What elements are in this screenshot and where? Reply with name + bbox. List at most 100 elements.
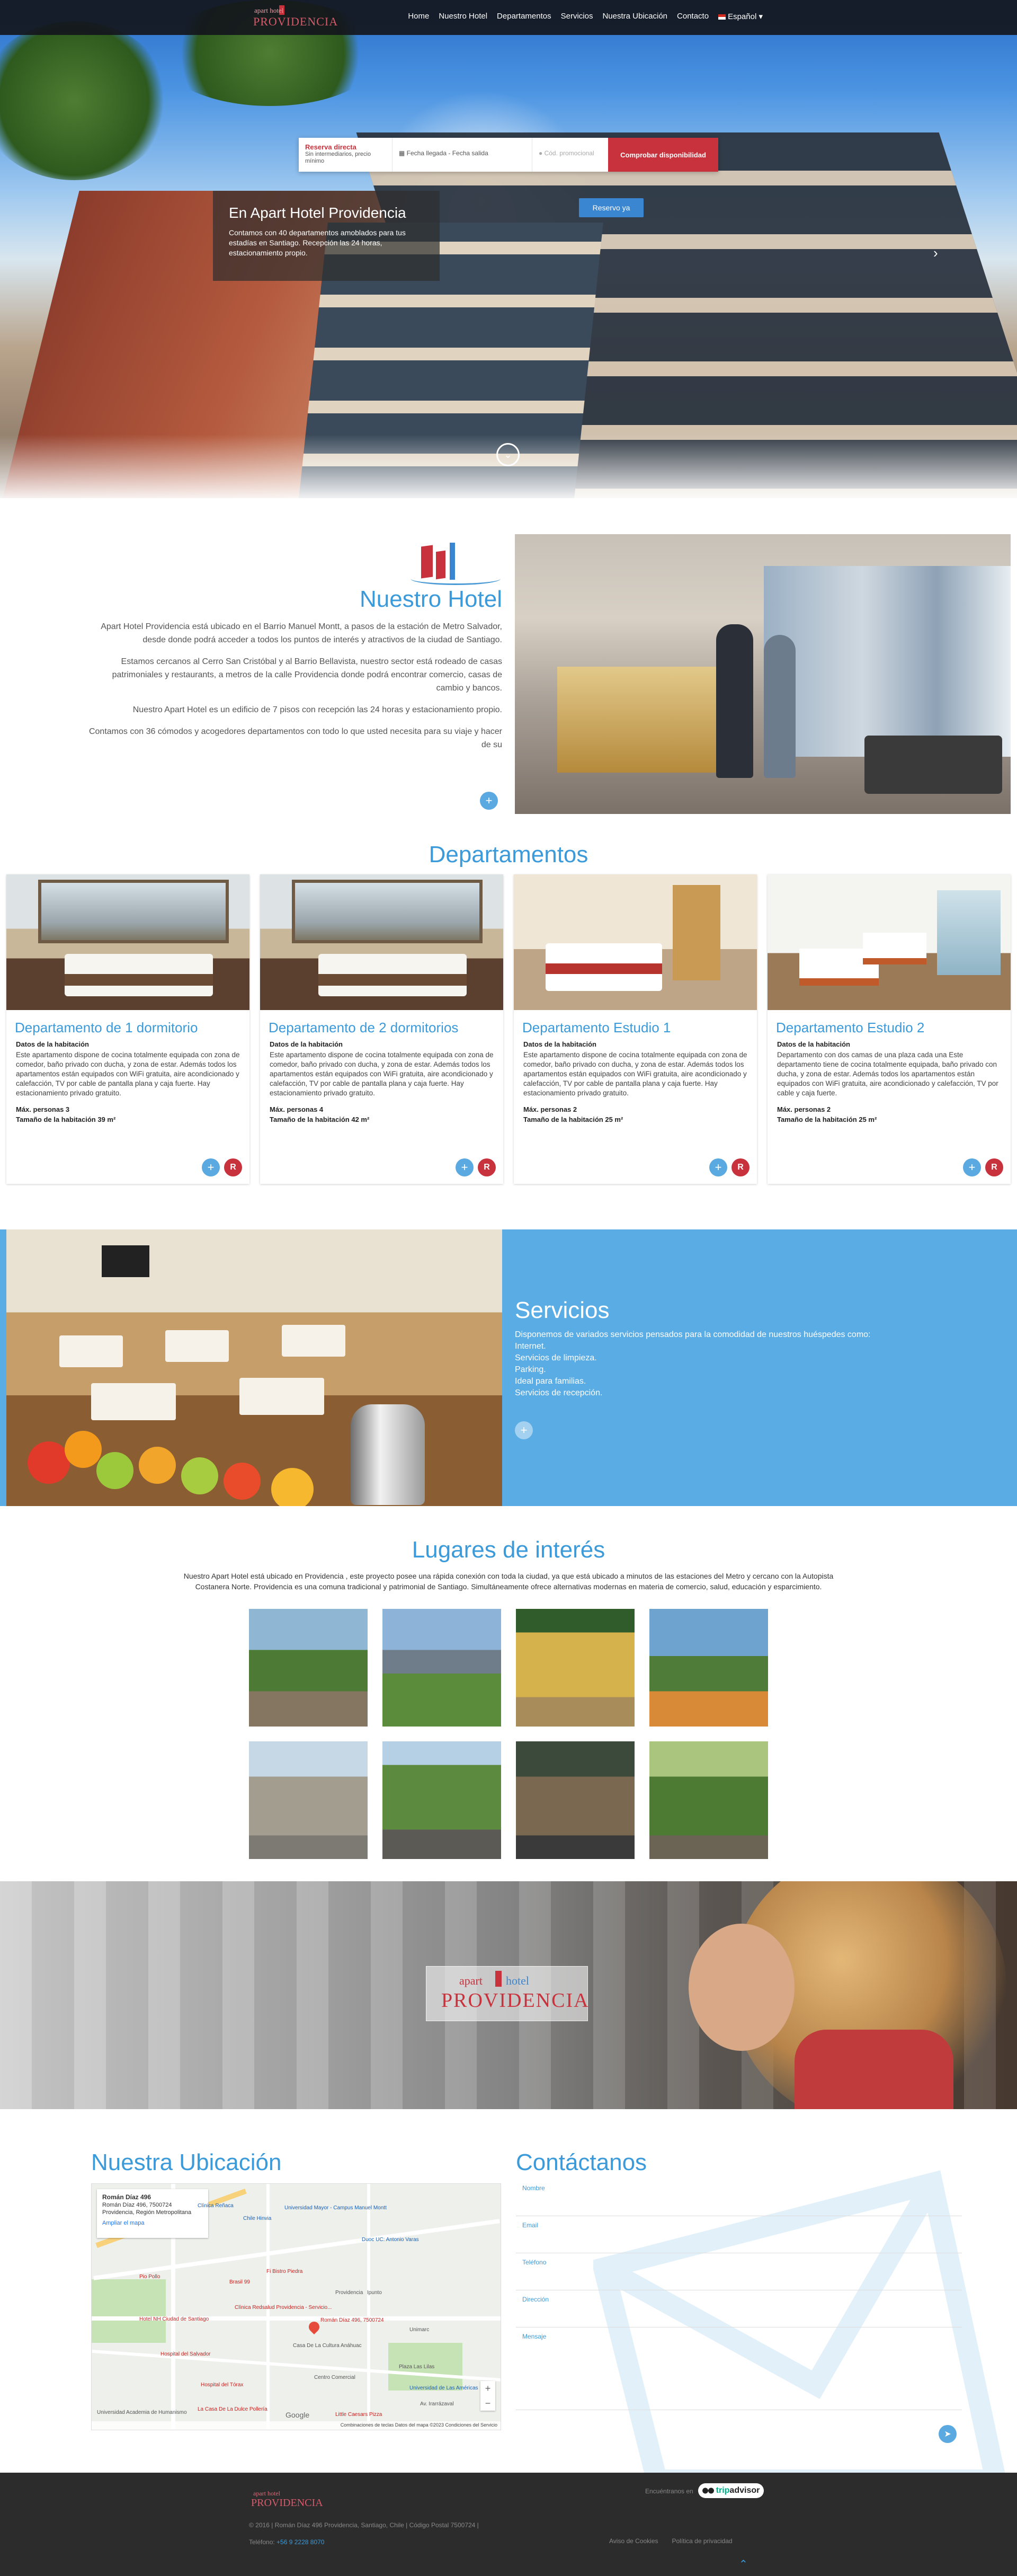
room-more-button[interactable]: + (963, 1158, 981, 1176)
gallery-photo[interactable] (249, 1609, 368, 1727)
banner-logo-hotel: hotel (506, 1974, 529, 1987)
nav-item-servicios[interactable]: Servicios (561, 12, 593, 21)
gallery-photo[interactable] (516, 1741, 635, 1859)
footer-logo[interactable]: apart hotel PROVIDENCIA (249, 2489, 323, 2512)
map-address: Román Díaz 496, 7500724 Providencia, Reg… (102, 2202, 192, 2216)
promo-code-placeholder: Cód. promocional (544, 149, 594, 157)
user-icon: ● (539, 149, 545, 157)
room-more-button[interactable]: + (202, 1158, 220, 1176)
room-reserve-button[interactable]: R (985, 1158, 1003, 1176)
footer-phone-label: Teléfono: (249, 2538, 277, 2546)
nav-item-nuestro-hotel[interactable]: Nuestro Hotel (439, 12, 487, 21)
name-field[interactable]: Nombre (516, 2179, 962, 2216)
servicios-intro: Disponemos de variados servicios pensado… (515, 1330, 871, 1339)
cookies-link[interactable]: Aviso de Cookies (609, 2537, 658, 2545)
room-reserve-button[interactable]: R (731, 1158, 750, 1176)
date-range-input[interactable]: ▦ Fecha llegada - Fecha salida (392, 138, 532, 172)
hero-slider: Reserva directa Sin intermediarios, prec… (0, 0, 1017, 498)
footer-logo-name: PROVIDENCIA (251, 2497, 323, 2509)
room-description: Este apartamento dispone de cocina total… (16, 1051, 240, 1097)
email-field[interactable]: Email (516, 2216, 962, 2253)
banner-logo-apart: apart (459, 1974, 483, 1987)
hotel-more-button[interactable]: + (480, 792, 498, 810)
room-card: Departamento de 1 dormitorio Datos de la… (6, 874, 249, 1184)
send-icon[interactable]: ➤ (939, 2425, 957, 2443)
gallery-photo[interactable] (516, 1609, 635, 1727)
gallery-photo[interactable] (249, 1741, 368, 1859)
servicios-accent-bar (0, 1229, 6, 1506)
map-label: Universidad de Las Américas (409, 2385, 478, 2391)
room-max-persons: Máx. personas 2 (523, 1105, 577, 1113)
main-menu: Home Nuestro Hotel Departamentos Servici… (408, 12, 763, 21)
hero-tree (0, 21, 170, 180)
language-selector[interactable]: Español ▾ (718, 12, 763, 21)
tripadvisor-badge[interactable]: trip advisor (698, 2483, 764, 2498)
privacy-link[interactable]: Política de privacidad (672, 2537, 733, 2545)
phone-field[interactable]: Teléfono (516, 2253, 962, 2290)
address-field[interactable]: Dirección (516, 2290, 962, 2327)
room-title[interactable]: Departamento Estudio 2 (776, 1020, 1002, 1036)
reserve-button[interactable]: Reservo ya (579, 198, 644, 217)
room-title[interactable]: Departamento Estudio 1 (522, 1020, 748, 1036)
footer-phone-number[interactable]: +56 9 2228 8070 (276, 2538, 324, 2546)
site-logo[interactable]: apart hotel PROVIDENCIA (250, 4, 337, 30)
room-more-button[interactable]: + (709, 1158, 727, 1176)
hotel-paragraph: Contamos con 36 cómodos y acogedores dep… (88, 727, 502, 749)
scroll-down-icon[interactable]: ⌄ (496, 443, 520, 466)
nav-item-ubicacion[interactable]: Nuestra Ubicación (602, 12, 667, 21)
language-label: Español (728, 12, 757, 21)
map-enlarge-link[interactable]: Ampliar el mapa (102, 2219, 203, 2227)
room-photo (768, 874, 1011, 1010)
slider-next-icon[interactable]: › (933, 245, 938, 261)
hero-caption: En Apart Hotel Providencia Contamos con … (213, 191, 440, 281)
message-field[interactable]: Mensaje (516, 2327, 962, 2410)
find-us-label: Encuéntranos en (645, 2488, 693, 2495)
room-reserve-button[interactable]: R (478, 1158, 496, 1176)
map-poi: Hotel NH Ciudad de Santiago (139, 2316, 209, 2322)
map-pin-icon[interactable] (306, 2319, 322, 2335)
lugares-gallery (249, 1609, 768, 1859)
gallery-photo[interactable] (382, 1741, 501, 1859)
map-place-name: Román Díaz 496 (102, 2193, 151, 2201)
room-size: Tamaño de la habitación 39 m² (16, 1116, 116, 1123)
departamentos-title: Departamentos (429, 842, 588, 867)
gallery-photo[interactable] (649, 1609, 768, 1727)
lugares-description: Nuestro Apart Hotel está ubicado en Prov… (183, 1572, 834, 1591)
room-reserve-button[interactable]: R (224, 1158, 242, 1176)
room-photo (260, 874, 503, 1010)
location-map[interactable]: Román Díaz 496 Román Díaz 496, 7500724 P… (91, 2183, 501, 2430)
check-availability-button[interactable]: Comprobar disponibilidad (608, 138, 718, 172)
room-title[interactable]: Departamento de 2 dormitorios (269, 1020, 495, 1036)
room-description: Este apartamento dispone de cocina total… (270, 1051, 494, 1097)
hotel-description: Apart Hotel Providencia está ubicado en … (85, 620, 502, 760)
logo-mark (495, 1971, 502, 1987)
back-to-top-icon[interactable]: ⌃ (739, 2557, 748, 2571)
servicios-more-button[interactable]: + (515, 1421, 533, 1439)
nav-item-departamentos[interactable]: Departamentos (497, 12, 551, 21)
name-label: Nombre (522, 2184, 545, 2192)
map-poi: Little Caesars Pizza (335, 2412, 382, 2418)
zoom-in-icon[interactable]: + (480, 2381, 495, 2396)
room-size: Tamaño de la habitación 25 m² (777, 1116, 877, 1123)
hotel-section-title: Nuestro Hotel (359, 586, 502, 612)
room-more-button[interactable]: + (456, 1158, 474, 1176)
logo-name: PROVIDENCIA (253, 15, 338, 28)
room-size: Tamaño de la habitación 42 m² (270, 1116, 370, 1123)
direct-booking-subtitle: Sin intermediarios, precio mínimo (305, 151, 371, 164)
direct-booking-label: Reserva directa Sin intermediarios, prec… (299, 138, 392, 172)
google-logo: Google (286, 2411, 310, 2419)
map-poi: Pio Pollo (139, 2274, 160, 2280)
room-card: Departamento Estudio 2 Datos de la habit… (768, 874, 1011, 1184)
servicio-item: Servicios de limpieza. (515, 1353, 597, 1362)
gallery-photo[interactable] (649, 1741, 768, 1859)
map-zoom-controls[interactable]: + − (480, 2381, 495, 2411)
nav-item-home[interactable]: Home (408, 12, 429, 21)
nav-item-contacto[interactable]: Contacto (677, 12, 709, 21)
gallery-photo[interactable] (382, 1609, 501, 1727)
servicio-item: Internet. (515, 1342, 546, 1351)
zoom-out-icon[interactable]: − (480, 2396, 495, 2411)
map-poi: Hospital del Tórax (201, 2382, 244, 2388)
promo-code-input[interactable]: ● Cód. promocional (532, 138, 608, 172)
footer-copyright: © 2016 | Román Díaz 496 Providencia, San… (249, 2521, 479, 2529)
room-title[interactable]: Departamento de 1 dormitorio (15, 1020, 241, 1036)
